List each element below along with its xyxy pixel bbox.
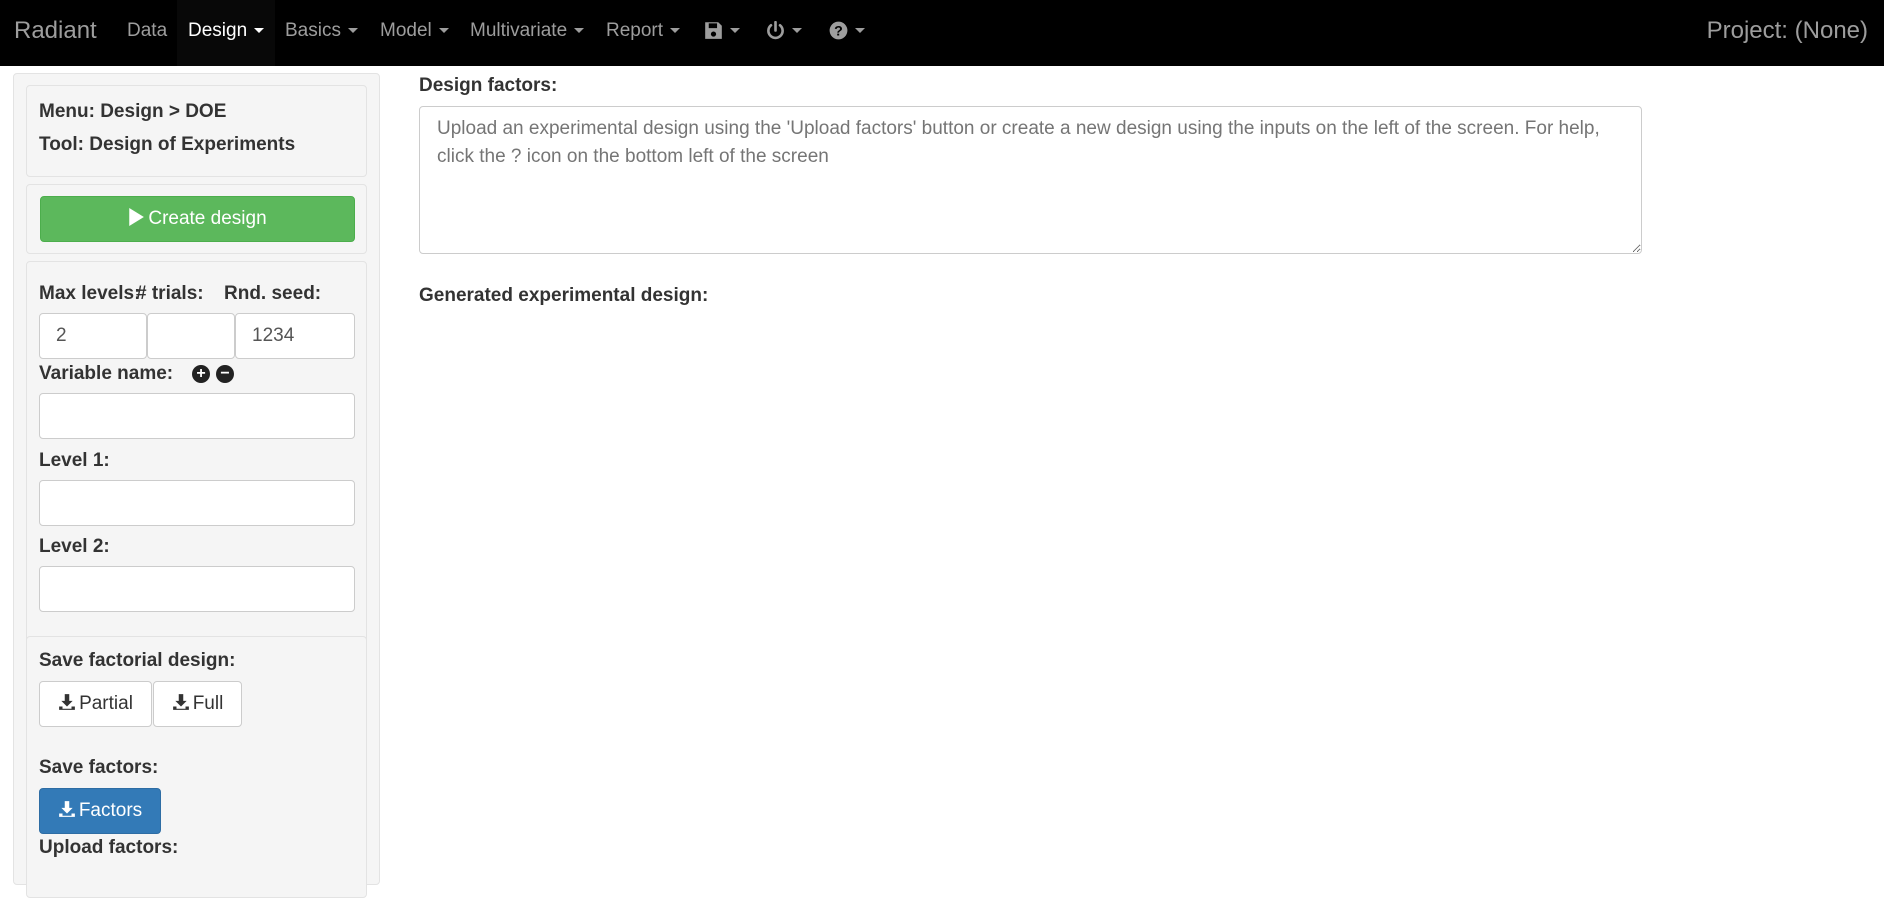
create-design-well: Create design bbox=[26, 184, 367, 254]
svg-text:?: ? bbox=[834, 24, 843, 40]
nav-multivariate-label: Multivariate bbox=[470, 20, 568, 41]
variable-name-label: Variable name: bbox=[39, 363, 174, 384]
menu-info-well: Menu: Design > DOE Tool: Design of Exper… bbox=[26, 85, 367, 177]
chevron-down-icon bbox=[730, 28, 740, 34]
chevron-down-icon bbox=[792, 28, 802, 34]
max-levels-label: Max levels: bbox=[39, 283, 141, 304]
nav-data[interactable]: Data bbox=[127, 0, 167, 66]
variable-name-input[interactable] bbox=[39, 393, 355, 439]
nav-save[interactable] bbox=[704, 0, 740, 66]
download-icon bbox=[59, 694, 75, 710]
nav-basics-label: Basics bbox=[285, 20, 341, 41]
nav-power[interactable] bbox=[766, 0, 802, 66]
chevron-down-icon bbox=[574, 28, 585, 34]
upload-factors-label: Upload factors: bbox=[39, 837, 179, 858]
remove-variable-icon[interactable]: − bbox=[216, 365, 234, 383]
nav-design-label: Design bbox=[188, 20, 248, 41]
partial-label: Partial bbox=[79, 693, 133, 714]
max-levels-input[interactable] bbox=[39, 313, 147, 359]
sidebar-panel: Menu: Design > DOE Tool: Design of Exper… bbox=[13, 73, 380, 898]
level1-label: Level 1: bbox=[39, 450, 110, 471]
design-factors-textarea[interactable] bbox=[419, 106, 1642, 254]
nav-report-label: Report bbox=[606, 20, 664, 41]
chevron-down-icon bbox=[254, 28, 265, 34]
chevron-down-icon bbox=[670, 28, 681, 34]
power-icon bbox=[767, 21, 784, 40]
design-factors-label: Design factors: bbox=[419, 75, 558, 96]
nav-multivariate[interactable]: Multivariate bbox=[470, 0, 585, 66]
factors-download-button[interactable]: Factors bbox=[39, 788, 161, 834]
create-design-label: Create design bbox=[148, 208, 267, 229]
nav-help[interactable]: ? bbox=[829, 0, 865, 66]
full-label: Full bbox=[192, 693, 224, 714]
level2-input[interactable] bbox=[39, 566, 355, 612]
seed-label: Rnd. seed: bbox=[224, 283, 322, 304]
play-icon bbox=[129, 208, 145, 226]
nav-model[interactable]: Model bbox=[380, 0, 449, 66]
brand-logo[interactable]: Radiant bbox=[14, 0, 97, 62]
nav-basics[interactable]: Basics bbox=[285, 0, 358, 66]
menu-path: Menu: Design > DOE bbox=[39, 101, 227, 122]
nav-design[interactable]: Design bbox=[177, 0, 276, 66]
nav-report[interactable]: Report bbox=[606, 0, 681, 66]
download-icon bbox=[172, 694, 189, 710]
save-upload-well: Save factorial design: Partial Full Save… bbox=[26, 636, 367, 898]
trials-input[interactable] bbox=[147, 313, 235, 359]
partial-download-button[interactable]: Partial bbox=[39, 681, 152, 727]
top-navbar: Radiant Data Design Basics Model Multiva… bbox=[0, 0, 1884, 66]
chevron-down-icon bbox=[347, 28, 358, 34]
trials-label: # trials: bbox=[136, 283, 204, 304]
nav-data-label: Data bbox=[127, 20, 168, 41]
nav-model-label: Model bbox=[380, 20, 432, 41]
chevron-down-icon bbox=[438, 28, 449, 34]
help-icon: ? bbox=[829, 22, 848, 40]
add-variable-icon[interactable]: + bbox=[192, 365, 210, 383]
project-name[interactable]: Project: (None) bbox=[1707, 0, 1868, 62]
create-design-button[interactable]: Create design bbox=[40, 196, 355, 242]
full-download-button[interactable]: Full bbox=[153, 681, 242, 727]
save-factorial-label: Save factorial design: bbox=[39, 650, 236, 671]
factors-label: Factors bbox=[78, 800, 143, 821]
generated-design-label: Generated experimental design: bbox=[419, 285, 709, 306]
tool-name: Tool: Design of Experiments bbox=[39, 134, 296, 155]
save-factors-label: Save factors: bbox=[39, 757, 159, 778]
level2-label: Level 2: bbox=[39, 536, 110, 557]
seed-input[interactable] bbox=[235, 313, 355, 359]
level1-input[interactable] bbox=[39, 480, 355, 526]
download-icon bbox=[58, 801, 75, 817]
chevron-down-icon bbox=[855, 28, 865, 34]
save-icon bbox=[705, 22, 722, 40]
